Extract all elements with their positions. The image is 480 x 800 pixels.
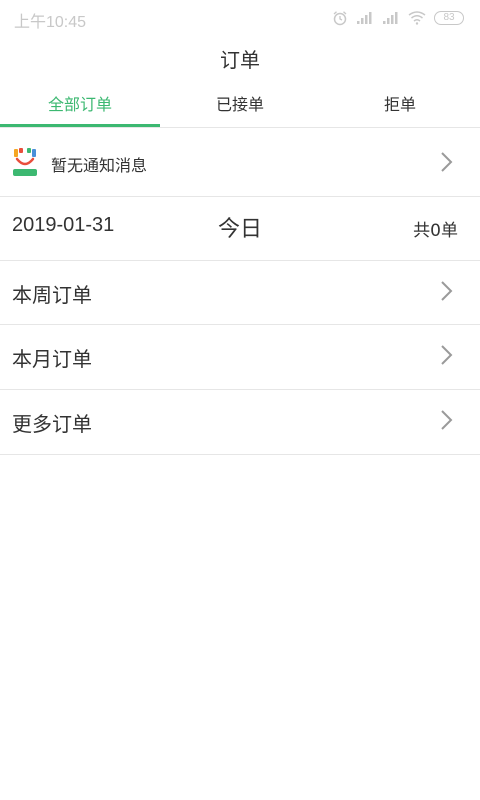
order-count: 共0单 [413, 221, 458, 241]
status-icons: 83 [324, 8, 464, 28]
signal-icon-2 [382, 11, 400, 25]
more-orders-label: 更多订单 [12, 412, 92, 436]
status-time: 上午10:45 [14, 14, 87, 31]
today-orders-row[interactable]: 2019-01-31 今日 共0单 [0, 197, 480, 261]
more-orders-row[interactable]: 更多订单 [0, 390, 480, 455]
tab-all-orders[interactable]: 全部订单 [0, 88, 160, 127]
status-bar: 上午10:45 83 [0, 0, 480, 36]
app-logo-icon [11, 147, 39, 177]
wifi-icon [408, 11, 426, 25]
chevron-right-icon [440, 280, 453, 306]
month-orders-label: 本月订单 [12, 347, 92, 371]
today-label: 今日 [217, 217, 262, 242]
month-orders-row[interactable]: 本月订单 [0, 325, 480, 390]
signal-icon [356, 11, 374, 25]
week-orders-row[interactable]: 本周订单 [0, 261, 480, 325]
battery-icon: 83 [434, 11, 464, 25]
tab-bar: 全部订单 已接单 拒单 [0, 88, 480, 128]
alarm-icon [332, 10, 348, 26]
active-tab-indicator [0, 124, 160, 127]
tab-rejected[interactable]: 拒单 [320, 88, 480, 127]
notification-text: 暂无通知消息 [51, 156, 148, 175]
chevron-right-icon [440, 409, 453, 435]
chevron-right-icon [440, 151, 453, 177]
week-orders-label: 本周订单 [12, 283, 92, 307]
page-title: 订单 [220, 48, 260, 72]
tab-accepted[interactable]: 已接单 [160, 88, 320, 127]
chevron-right-icon [440, 344, 453, 370]
